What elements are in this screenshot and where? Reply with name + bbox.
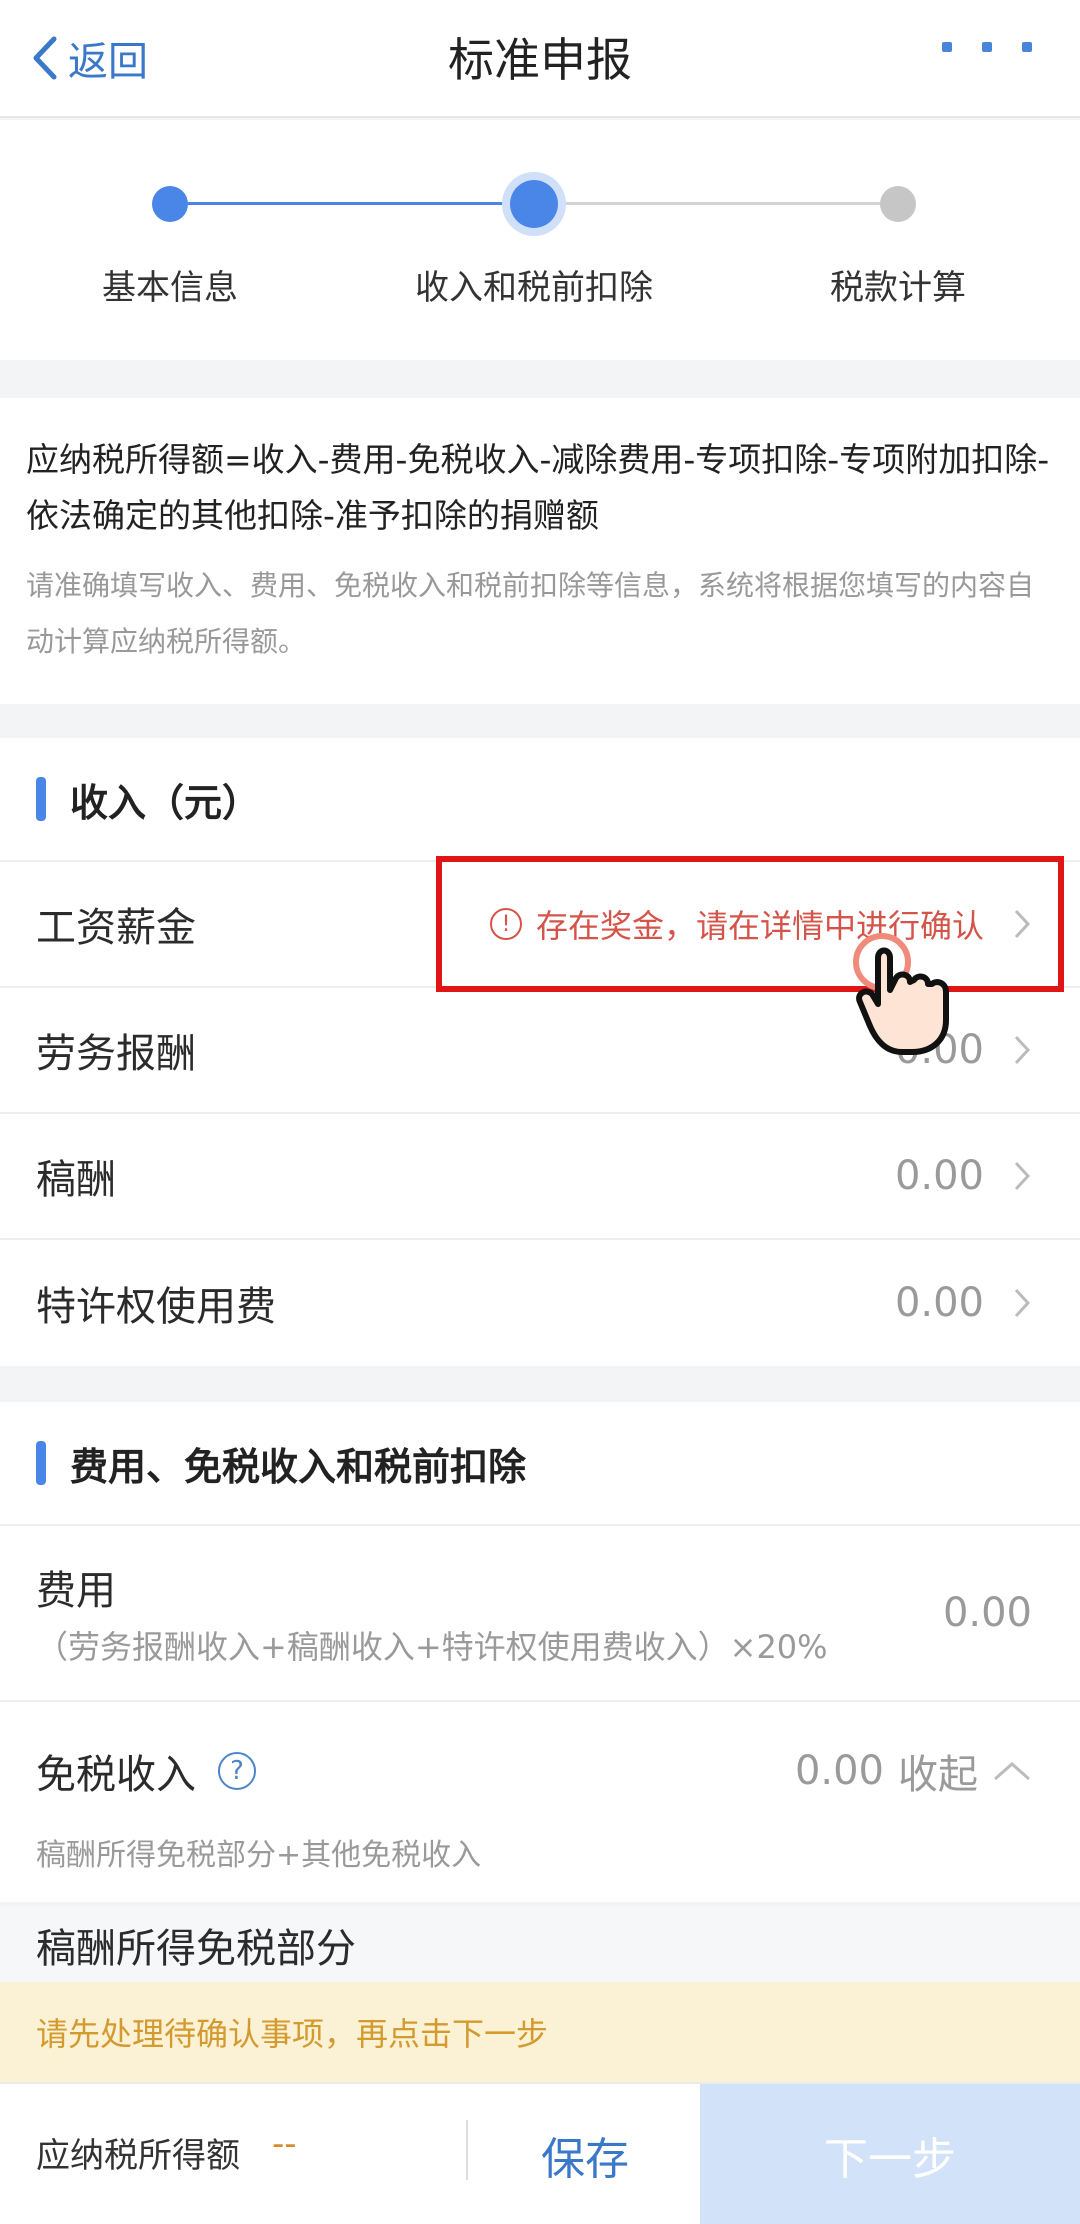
chevron-up-icon[interactable] xyxy=(992,1760,1032,1782)
exempt-value: 0.00 xyxy=(794,1748,884,1794)
step-label-1: 基本信息 xyxy=(102,268,238,308)
page-title: 标准申报 xyxy=(448,33,632,87)
fee-label: 费用 xyxy=(36,1568,116,1614)
fee-value: 0.00 xyxy=(942,1590,1032,1636)
income-row-royalty[interactable]: 特许权使用费 0.00 xyxy=(0,1240,1080,1366)
step-line-pending xyxy=(532,202,896,205)
nav-bar: 返回 标准申报 xyxy=(0,0,1080,118)
fee-formula: （劳务报酬收入+稿酬收入+特许权使用费收入）×20% xyxy=(36,1628,828,1666)
bottom-bar: 应纳税所得额 -- 保存 下一步 xyxy=(0,2082,1080,2224)
taxable-income-label: 应纳税所得额 xyxy=(36,2136,240,2176)
royalty-exempt-row[interactable]: 稿酬所得免税部分 xyxy=(0,1906,1080,1986)
row-label: 稿酬 xyxy=(36,1157,116,1203)
fee-row: 费用 （劳务报酬收入+稿酬收入+特许权使用费收入）×20% 0.00 xyxy=(0,1526,1080,1702)
deduction-header: 费用、免税收入和税前扣除 xyxy=(0,1402,1080,1526)
formula-text: 应纳税所得额=收入-费用-免税收入-减除费用-专项扣除-专项附加扣除-依法确定的… xyxy=(26,440,1050,535)
chevron-right-icon xyxy=(1014,1035,1031,1065)
taxable-income-value: -- xyxy=(272,2124,297,2164)
step-label-2: 收入和税前扣除 xyxy=(415,268,653,308)
chevron-right-icon xyxy=(1014,909,1031,939)
save-button[interactable]: 保存 xyxy=(470,2084,700,2224)
pointing-hand-icon xyxy=(853,933,949,1055)
divider xyxy=(466,2120,468,2180)
chevron-right-icon xyxy=(1014,1161,1031,1191)
income-header: 收入（元） xyxy=(0,738,1080,862)
step-dot-1 xyxy=(152,186,188,222)
more-icon[interactable] xyxy=(942,42,1032,52)
row-label: 特许权使用费 xyxy=(36,1284,276,1330)
alert-icon: ! xyxy=(489,908,522,940)
section-marker xyxy=(36,777,46,821)
section-marker xyxy=(36,1441,46,1485)
royalty-exempt-label: 稿酬所得免税部分 xyxy=(36,1926,356,1972)
exempt-label: 免税收入 xyxy=(36,1752,196,1798)
next-button[interactable]: 下一步 xyxy=(700,2084,1080,2224)
income-row-manuscript[interactable]: 稿酬 0.00 xyxy=(0,1114,1080,1240)
pending-banner: 请先处理待确认事项，再点击下一步 xyxy=(0,1982,1080,2082)
exempt-sub: 稿酬所得免税部分+其他免税收入 xyxy=(36,1838,482,1873)
step-line-done xyxy=(170,202,532,205)
collapse-toggle[interactable]: 收起 xyxy=(898,1742,978,1800)
exempt-row[interactable]: 免税收入 ? 稿酬所得免税部分+其他免税收入 0.00 收起 xyxy=(0,1702,1080,1902)
deduction-title: 费用、免税收入和税前扣除 xyxy=(70,1444,527,1489)
row-value: 0.00 xyxy=(894,1280,984,1326)
step-progress: 基本信息 收入和税前扣除 税款计算 xyxy=(0,120,1080,360)
step-label-3: 税款计算 xyxy=(830,268,966,308)
step-dot-2 xyxy=(510,180,558,228)
income-title: 收入（元） xyxy=(70,780,261,825)
row-label: 工资薪金 xyxy=(36,905,196,951)
deduction-section: 费用、免税收入和税前扣除 费用 （劳务报酬收入+稿酬收入+特许权使用费收入）×2… xyxy=(0,1402,1080,1902)
step-dot-3 xyxy=(880,186,916,222)
row-value: 0.00 xyxy=(894,1153,984,1199)
help-icon[interactable]: ? xyxy=(218,1752,256,1790)
formula-panel: 应纳税所得额=收入-费用-免税收入-减除费用-专项扣除-专项附加扣除-依法确定的… xyxy=(0,398,1080,704)
chevron-right-icon xyxy=(1014,1288,1031,1318)
row-label: 劳务报酬 xyxy=(36,1031,196,1077)
formula-note: 请准确填写收入、费用、免税收入和税前扣除等信息，系统将根据您填写的内容自动计算应… xyxy=(26,569,1035,658)
